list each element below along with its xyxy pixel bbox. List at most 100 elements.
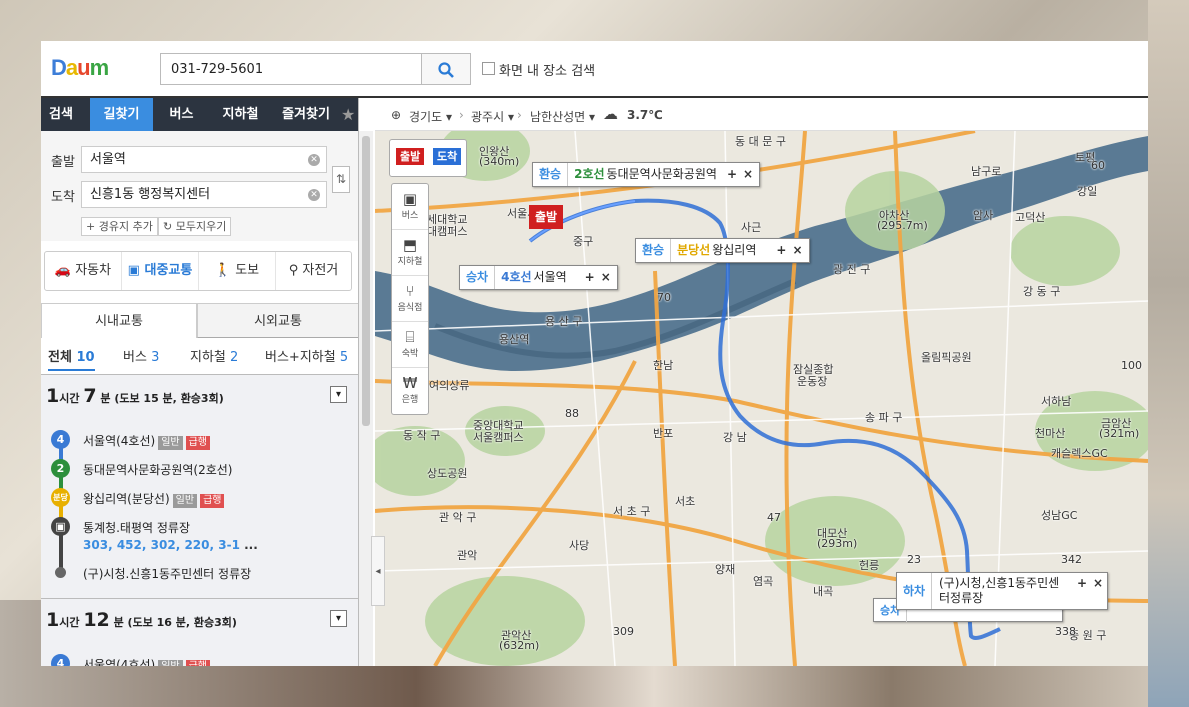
step-seoul-station[interactable]: 4 서울역(4호선)일반급행: [51, 430, 351, 450]
mode-car-label: 자동차: [75, 263, 112, 278]
map-place-label: 중구: [573, 235, 594, 248]
plus-icon[interactable]: +: [776, 243, 786, 257]
map-place-label: 사당: [569, 539, 590, 552]
tab-bus[interactable]: 버스: [159, 98, 204, 131]
clear-end-icon[interactable]: ✕: [308, 189, 320, 201]
swap-route-icon[interactable]: ⇅: [332, 166, 350, 193]
route-result-1[interactable]: 1시간 7 분 (도보 15 분, 환승3회) ▾ 4 서울역(4호선) 일반 급행 …: [41, 374, 358, 598]
in-view-search-checkbox[interactable]: [482, 62, 495, 75]
filter-bus-label: 버스: [123, 350, 147, 365]
won-icon: ₩: [402, 374, 418, 392]
header: Daum지도 화면 내 장소 검색: [41, 41, 1148, 666]
tab-subway[interactable]: 지하철: [213, 98, 268, 131]
start-pin[interactable]: 출발: [529, 205, 564, 229]
filter-bus[interactable]: 버스 3: [123, 346, 159, 365]
filter-bus-subway[interactable]: 버스+지하철 5: [265, 346, 348, 365]
line2-badge: 2: [51, 459, 70, 478]
route-result-2[interactable]: 1시간 12 분 (도보 16 분, 환승3회) ▾ 4 서울역(4호선)일반급행: [41, 598, 358, 666]
star-icon[interactable]: ★: [341, 105, 355, 124]
filter-bus-subway-label: 버스+지하철: [265, 350, 336, 365]
subtab-city[interactable]: 시내교통: [41, 303, 197, 338]
callout-station: 서울역: [533, 270, 567, 284]
chevron-down-icon[interactable]: ▾: [330, 386, 347, 403]
tab-directions[interactable]: 길찾기: [90, 98, 153, 131]
clear-start-icon[interactable]: ✕: [308, 154, 320, 166]
step-text: 서울역(4호선): [83, 658, 156, 666]
bus-numbers[interactable]: 303, 452, 302, 220, 3-1 ...: [83, 538, 258, 552]
filter-subway[interactable]: 지하철 2: [190, 346, 238, 365]
subtab-intercity[interactable]: 시외교통: [197, 303, 358, 338]
add-waypoint-button[interactable]: + 경유지 추가: [81, 217, 158, 236]
route-hours: 1: [46, 385, 60, 407]
start-flag[interactable]: 출발: [396, 148, 425, 165]
transfer-callout-wangsimni[interactable]: 환승 분당선 왕십리역 + ×: [635, 238, 810, 263]
close-icon[interactable]: ×: [1093, 576, 1103, 591]
layer-lodging[interactable]: ⌸ 숙박: [392, 322, 428, 368]
map-place-label: 캐슬렉스GC: [1051, 447, 1108, 460]
close-icon[interactable]: ×: [601, 270, 611, 284]
route-minutes: 12: [83, 609, 110, 631]
step-wangsimni[interactable]: 분당 왕십리역(분당선) 일반 급행: [51, 488, 351, 508]
map-place-label: 반포: [653, 427, 674, 440]
filter-all[interactable]: 전체 10: [48, 346, 95, 371]
layer-food[interactable]: ⑂ 음식점: [392, 276, 428, 322]
map-canvas[interactable]: 동 대 문 구 인왕산 (340m) 세대학교 대캠퍼스 서울시청 중구 사근 남구로 토평 강일 암…: [375, 131, 1148, 666]
tab-favorites[interactable]: 즐겨찾기: [275, 98, 337, 131]
food-icon: ⑂: [405, 282, 415, 300]
transfer-callout-ddp[interactable]: 환승 2호선 동대문역사문화공원역 + ×: [532, 162, 761, 187]
end-flag[interactable]: 도착: [433, 148, 462, 165]
filter-bus-count: 3: [151, 350, 160, 365]
plus-icon[interactable]: +: [1077, 576, 1087, 591]
mode-transit[interactable]: ▣ 대중교통: [122, 252, 199, 290]
callout-kind: 환승: [533, 163, 569, 186]
map-place-label: 강 남: [723, 431, 747, 444]
start-input[interactable]: 서울역 ✕: [81, 146, 327, 173]
daum-logo[interactable]: Daum지도: [51, 55, 1148, 666]
end-input[interactable]: 신흥1동 행정복지센터 ✕: [81, 181, 327, 208]
step-seoul-station[interactable]: 4 서울역(4호선)일반급행: [51, 654, 351, 666]
layer-bus[interactable]: ▣ 버스: [392, 184, 428, 230]
bus-icon: ▣: [51, 517, 70, 536]
mode-walk[interactable]: 🚶 도보: [199, 252, 276, 290]
callout-station-line1: (구)시청,신흥1동주민센: [939, 576, 1060, 590]
chevron-down-icon[interactable]: ▾: [330, 610, 347, 627]
map-place-label: 남구로: [971, 165, 1002, 178]
layer-bank-label: 은행: [401, 395, 419, 405]
close-icon[interactable]: ×: [792, 243, 802, 257]
search-input[interactable]: [160, 53, 422, 85]
crumb-province[interactable]: 경기도 ▾: [409, 108, 452, 125]
map-place-label: 동 작 구: [403, 429, 441, 442]
board-callout-seoul[interactable]: 승차 4호선 서울역 + ×: [459, 265, 618, 290]
temperature: 3.7℃: [627, 108, 663, 122]
collapse-sidebar-handle[interactable]: ◂: [371, 536, 385, 606]
route-hour-unit: 시간: [59, 616, 80, 629]
alight-callout[interactable]: 하차 (구)시청,신흥1동주민센 터정류장 + ×: [896, 572, 1108, 610]
close-icon[interactable]: ×: [743, 167, 753, 181]
map-place-label: 암사: [973, 209, 994, 222]
crumb-city[interactable]: 광주시 ▾: [471, 108, 514, 125]
clear-all-label: 모두지우기: [175, 220, 227, 233]
bus-number: 220: [184, 538, 210, 552]
mode-car[interactable]: 🚗 자동차: [45, 252, 122, 290]
tab-search[interactable]: 검색: [41, 98, 81, 131]
layer-subway[interactable]: ⬒ 지하철: [392, 230, 428, 276]
crumb-district[interactable]: 남한산성면 ▾: [530, 108, 595, 125]
map-place-label: (632m): [499, 639, 540, 652]
step-bus-stop[interactable]: ▣ 통계청.태평역 정류장: [51, 517, 351, 537]
plus-icon[interactable]: +: [727, 167, 737, 181]
clear-all-button[interactable]: ↻ 모두지우기: [158, 217, 232, 236]
crumb-district-label: 남한산성면: [530, 110, 586, 124]
bus-more: ...: [244, 538, 258, 552]
daum-map-window: Daum지도 화면 내 장소 검색 검색 길찾기 버스 지하철 즐겨찾기 ★ 출…: [41, 41, 1148, 666]
sidebar-scroll-thumb[interactable]: [362, 136, 370, 426]
step-destination[interactable]: (구)시청.신흥1동주민센터 정류장: [51, 563, 351, 583]
plus-icon[interactable]: +: [585, 270, 595, 284]
mode-bike[interactable]: ⚲ 자전거: [276, 252, 351, 290]
search-button[interactable]: [421, 53, 471, 85]
map-place-label: (295.7m): [877, 219, 928, 232]
callout-kind: 하차: [897, 573, 933, 609]
step-ddp-station[interactable]: 2 동대문역사문화공원역(2호선): [51, 459, 351, 479]
crumb-city-label: 광주시: [471, 110, 505, 124]
layer-bank[interactable]: ₩ 은행: [392, 368, 428, 414]
map-place-label: 70: [657, 291, 671, 304]
